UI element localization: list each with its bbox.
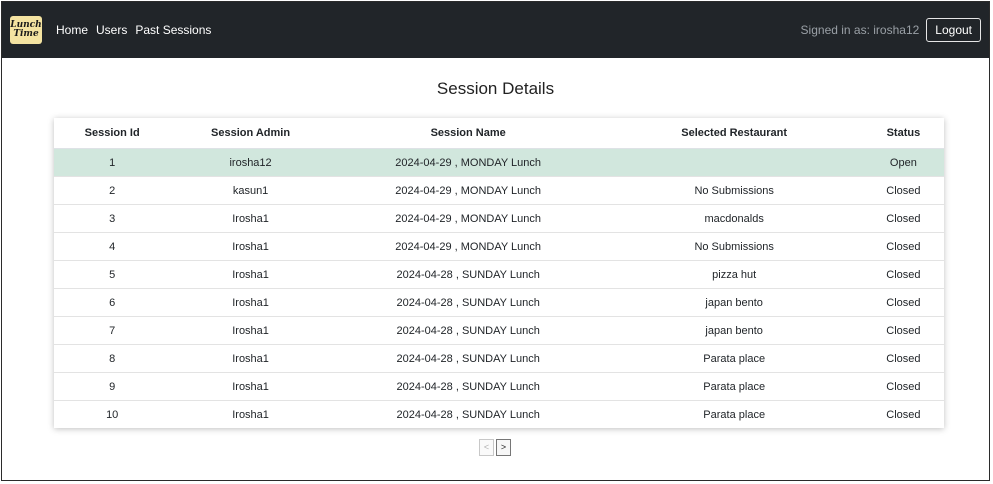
cell-session-admin: irosha12 (170, 148, 331, 177)
cell-session-name: 2024-04-29 , MONDAY Lunch (330, 204, 606, 233)
cell-session-admin: Irosha1 (170, 344, 331, 373)
table-row[interactable]: 6 Irosha1 2024-04-28 , SUNDAY Lunch japan b… (54, 288, 944, 317)
cell-session-name: 2024-04-28 , SUNDAY Lunch (330, 344, 606, 373)
navbar: Lunch Time Home Users Past Sessions Sign… (2, 2, 989, 58)
table-body: 1 irosha12 2024-04-29 , MONDAY Lunch Open 2 k… (54, 148, 944, 429)
cell-session-id: 6 (54, 288, 171, 317)
table-row[interactable]: 1 irosha12 2024-04-29 , MONDAY Lunch Open (54, 148, 944, 177)
table-row[interactable]: 4 Irosha1 2024-04-29 , MONDAY Lunch No Subm… (54, 232, 944, 261)
cell-session-admin: Irosha1 (170, 316, 331, 345)
cell-selected-restaurant: Parata place (605, 344, 863, 373)
nav-link-users[interactable]: Users (96, 23, 127, 37)
table-row[interactable]: 9 Irosha1 2024-04-28 , SUNDAY Lunch Parata … (54, 372, 944, 401)
table-header-row: Session Id Session Admin Session Name Se… (54, 118, 944, 149)
cell-selected-restaurant: japan bento (605, 288, 863, 317)
cell-status: Closed (862, 316, 944, 345)
lunch-time-logo[interactable]: Lunch Time (10, 16, 42, 44)
cell-session-id: 10 (106, 408, 119, 421)
table-row[interactable]: 10 Irosha1 2024-04-28 , SUNDAY Lunch Parata… (54, 401, 944, 429)
signed-in-text: Signed in as: irosha12 (800, 23, 920, 37)
nav-user-area: Signed in as: irosha12 Logout (801, 18, 981, 42)
app-window: Lunch Time Home Users Past Sessions Sign… (1, 1, 990, 481)
cell-session-name: 2024-04-28 , SUNDAY Lunch (330, 316, 606, 345)
cell-session-admin: Irosha1 (170, 204, 331, 233)
nav-link-past-sessions[interactable]: Past Sessions (135, 23, 211, 37)
cell-session-id: 8 (54, 344, 171, 373)
cell-status: Closed (862, 260, 944, 289)
header-session-id: Session Id (54, 118, 171, 149)
cell-session-name: 2024-04-28 , SUNDAY Lunch (330, 288, 606, 317)
table-row[interactable]: 3 Irosha1 2024-04-29 , MONDAY Lunch macdona… (54, 204, 944, 233)
cell-session-name: 2024-04-29 , MONDAY Lunch (330, 232, 606, 261)
cell-session-id: 9 (54, 372, 171, 401)
table-row[interactable]: 5 Irosha1 2024-04-28 , SUNDAY Lunch pizza h… (54, 260, 944, 289)
sessions-table: Session Id Session Admin Session Name Se… (54, 118, 944, 428)
logout-button[interactable]: Logout (926, 18, 981, 42)
cell-selected-restaurant: japan bento (605, 316, 863, 345)
nav-link-home[interactable]: Home (56, 23, 88, 37)
cell-session-name: 2024-04-29 , MONDAY Lunch (330, 176, 606, 205)
cell-session-admin: kasun1 (170, 176, 331, 205)
cell-session-id: 5 (54, 260, 171, 289)
cell-status: Closed (862, 232, 944, 261)
sessions-table-card: Session Id Session Admin Session Name Se… (54, 118, 944, 428)
cell-status: Closed (862, 176, 944, 205)
cell-session-admin: Irosha1 (170, 260, 331, 289)
header-session-admin: Session Admin (170, 118, 331, 149)
cell-selected-restaurant: pizza hut (605, 260, 863, 289)
cell-session-id: 7 (54, 316, 171, 345)
cell-session-name: 2024-04-29 , MONDAY Lunch (330, 148, 606, 177)
nav-links: Home Users Past Sessions (56, 23, 219, 37)
logo-text-line2: Time (13, 29, 39, 39)
cell-status: Open (862, 148, 944, 177)
cell-selected-restaurant: No Submissions (605, 232, 863, 261)
cell-status: Closed (862, 372, 944, 401)
cell-session-id: 2 (54, 176, 171, 205)
table-row[interactable]: 8 Irosha1 2024-04-28 , SUNDAY Lunch Parata … (54, 344, 944, 373)
page-title: Session Details (436, 79, 555, 98)
cell-session-admin: Irosha1 (170, 232, 331, 261)
cell-session-admin: Irosha1 (170, 372, 331, 401)
table-row[interactable]: 7 Irosha1 2024-04-28 , SUNDAY Lunch japan b… (54, 316, 944, 345)
cell-selected-restaurant: macdonalds (605, 204, 863, 233)
cell-status: Closed (886, 408, 921, 421)
cell-session-admin: Irosha1 (232, 408, 269, 421)
next-page-button[interactable]: > (496, 439, 511, 456)
cell-selected-restaurant: Parata place (703, 408, 766, 421)
cell-session-name: 2024-04-28 , SUNDAY Lunch (330, 260, 606, 289)
header-session-name: Session Name (330, 118, 606, 149)
header-status: Status (862, 118, 944, 149)
cell-session-admin: Irosha1 (170, 288, 331, 317)
cell-selected-restaurant: No Submissions (605, 176, 863, 205)
cell-session-id: 1 (54, 148, 171, 177)
header-selected-restaurant: Selected Restaurant (605, 118, 863, 149)
cell-selected-restaurant (605, 148, 863, 177)
cell-status: Closed (862, 344, 944, 373)
cell-status: Closed (862, 204, 944, 233)
cell-session-id: 4 (54, 232, 171, 261)
prev-page-button[interactable]: < (479, 439, 494, 456)
table-row[interactable]: 2 kasun1 2024-04-29 , MONDAY Lunch No Submi… (54, 176, 944, 205)
pagination: < > (479, 439, 513, 456)
cell-session-name: 2024-04-28 , SUNDAY Lunch (330, 372, 606, 401)
cell-session-name: 2024-04-28 , SUNDAY Lunch (396, 408, 540, 421)
cell-status: Closed (862, 288, 944, 317)
cell-session-id: 3 (54, 204, 171, 233)
cell-selected-restaurant: Parata place (605, 372, 863, 401)
